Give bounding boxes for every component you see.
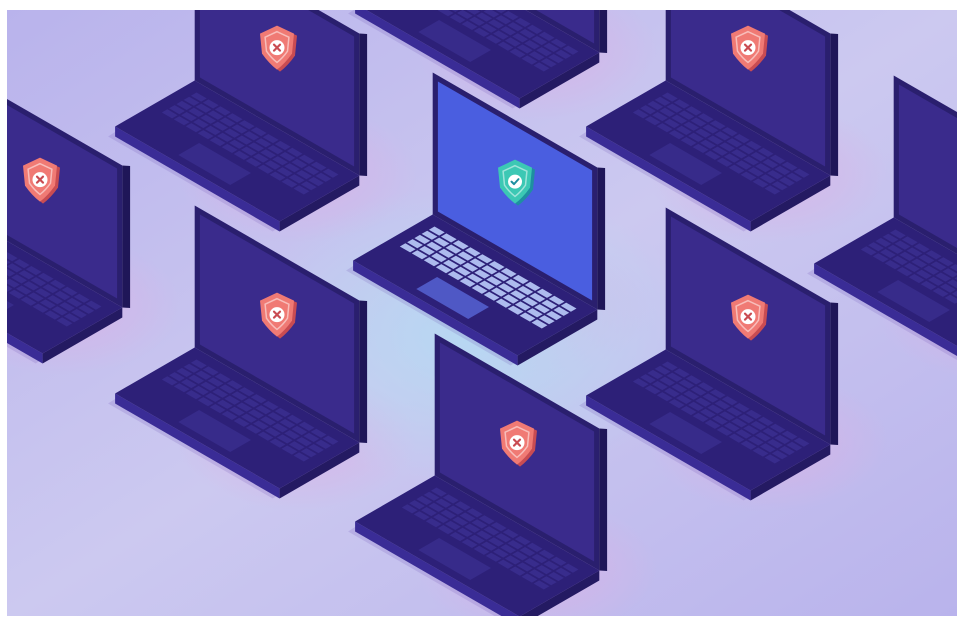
laptop-lid-side xyxy=(359,300,368,443)
laptop-lid-side xyxy=(122,165,131,308)
laptop-security-illustration xyxy=(7,10,957,616)
laptop-lid-side xyxy=(830,302,839,445)
laptop-lid-side xyxy=(830,33,839,176)
laptop-lid-side xyxy=(597,167,606,310)
laptop-lid-side xyxy=(359,33,368,176)
laptop-lid-side xyxy=(599,428,608,571)
photo-frame xyxy=(0,0,960,617)
laptop-lid-side xyxy=(599,10,608,53)
